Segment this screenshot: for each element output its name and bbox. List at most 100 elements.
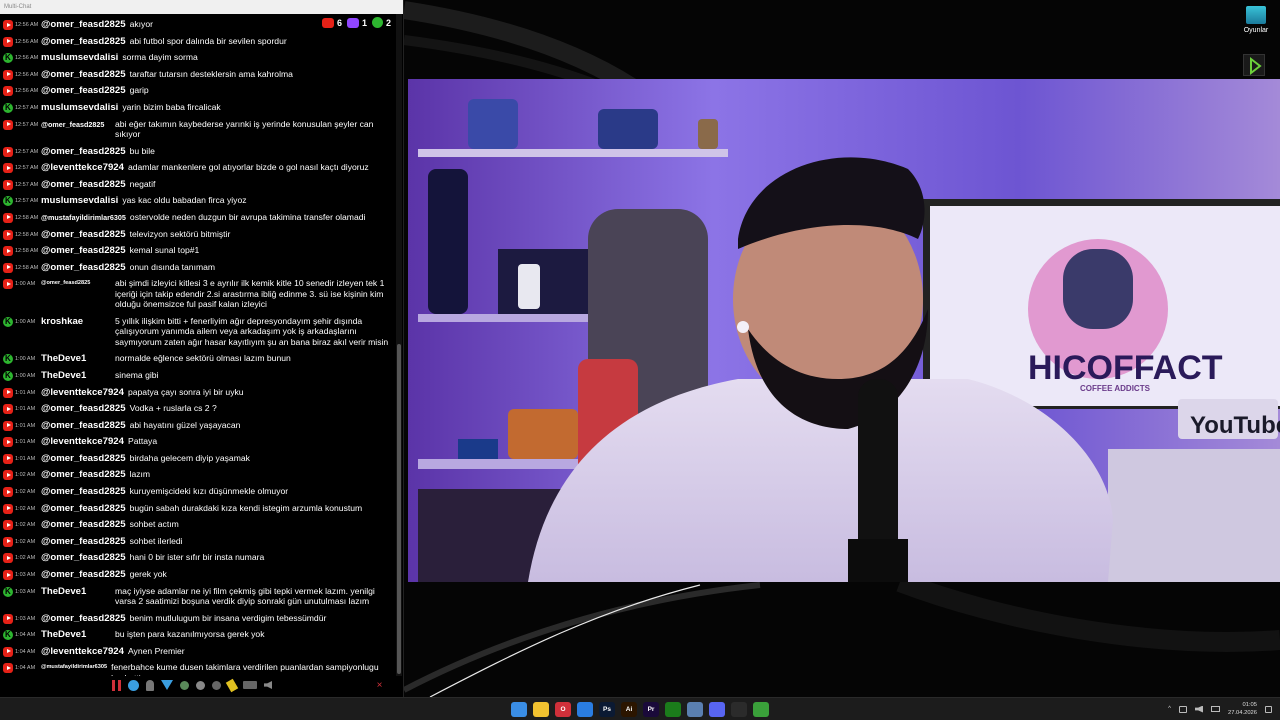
message-username[interactable]: @leventtekce7924 xyxy=(41,387,124,398)
message-username[interactable]: @omer_feasd2825 xyxy=(41,36,126,47)
message-text: garip xyxy=(129,85,149,96)
desktop-icon-app[interactable] xyxy=(1243,54,1267,76)
message-username[interactable]: @omer_feasd2825 xyxy=(41,262,126,273)
chat-taskbar-icon[interactable] xyxy=(753,702,769,717)
close-icon[interactable]: × xyxy=(374,680,385,691)
message-text: fenerbahce kume dusen takimlara verdiril… xyxy=(111,662,379,676)
message-time: 12:57 AM xyxy=(15,165,39,172)
network-icon[interactable] xyxy=(1178,705,1187,713)
message-text: kemal sunal top#1 xyxy=(129,245,200,256)
message-username[interactable]: muslumsevdalisi xyxy=(41,195,118,206)
desktop-icon-games[interactable]: Oyunlar xyxy=(1240,6,1272,34)
message-username[interactable]: TheDeve1 xyxy=(41,586,111,597)
battery-icon[interactable] xyxy=(1210,706,1220,712)
message-text: Aynen Premier xyxy=(127,645,185,656)
message-username[interactable]: @omer_feasd2825 xyxy=(41,536,126,547)
message-time: 12:57 AM xyxy=(15,181,39,188)
xbox-taskbar-icon[interactable] xyxy=(665,702,681,717)
message-username[interactable]: muslumsevdalisi xyxy=(41,52,118,63)
filter-icon[interactable] xyxy=(161,680,173,690)
chat-message: 1:00 AM TheDeve1 sinema gibi xyxy=(0,367,395,384)
illustrator-taskbar-icon[interactable]: Ai xyxy=(621,702,637,717)
pause-icon[interactable] xyxy=(112,679,121,691)
message-username[interactable]: @omer_feasd2825 xyxy=(41,519,126,530)
broom-icon[interactable] xyxy=(225,678,239,692)
youtube-icon xyxy=(3,646,13,657)
speaker-icon[interactable] xyxy=(264,681,272,689)
premiere-taskbar-icon[interactable]: Pr xyxy=(643,702,659,717)
message-username[interactable]: @omer_feasd2825 xyxy=(41,613,126,624)
message-username[interactable]: @omer_feasd2825 xyxy=(41,453,126,464)
message-time: 12:57 AM xyxy=(15,104,39,111)
message-username[interactable]: kroshkae xyxy=(41,316,111,327)
message-username[interactable]: @omer_feasd2825 xyxy=(41,503,126,514)
message-username[interactable]: @omer_feasd2825 xyxy=(41,146,126,157)
message-username[interactable]: @leventtekce7924 xyxy=(41,436,124,447)
volume-icon[interactable] xyxy=(1194,705,1203,713)
clock[interactable]: 01:05 27.04.2026 xyxy=(1228,701,1257,717)
chevron-up-icon[interactable]: ^ xyxy=(1168,706,1171,712)
chat-message: 1:04 AM TheDeve1 bu işten para kazanılmıyo… xyxy=(0,626,395,643)
message-username[interactable]: @omer_feasd2825 xyxy=(41,69,126,80)
scrollbar-thumb[interactable] xyxy=(397,344,401,674)
notification-icon[interactable] xyxy=(1265,705,1272,713)
app9-taskbar-icon[interactable] xyxy=(687,702,703,717)
app4-taskbar-icon[interactable] xyxy=(577,702,593,717)
keyboard-icon[interactable] xyxy=(243,681,257,689)
chat-message-list[interactable]: 12:56 AM @omer_feasd2825 akıyor 12:56 AM @om… xyxy=(0,16,395,676)
message-username[interactable]: @omer_feasd2825 xyxy=(41,486,126,497)
chat-message: 12:58 AM @omer_feasd2825 kemal sunal top#1 xyxy=(0,242,395,259)
multi-chat-window[interactable]: Multi-Chat 6 1 2 12:56 AM @omer_feasd2825… xyxy=(0,0,404,697)
message-time: 12:56 AM xyxy=(15,88,39,95)
youtube-icon xyxy=(3,20,13,30)
chat-scrollbar[interactable] xyxy=(396,14,402,676)
chat-message: 1:01 AM @leventtekce7924 papatya çayı sonr… xyxy=(0,384,395,401)
message-username[interactable]: TheDeve1 xyxy=(41,629,111,640)
chat-bubble-icon[interactable] xyxy=(128,679,139,691)
youtube-icon xyxy=(3,69,13,80)
message-time: 1:01 AM xyxy=(15,422,36,429)
message-username[interactable]: @omer_feasd2825 xyxy=(41,569,126,580)
message-username[interactable]: @omer_feasd2825 xyxy=(41,245,126,256)
settings-icon[interactable] xyxy=(196,680,205,690)
youtube-icon xyxy=(3,119,13,130)
record-icon[interactable] xyxy=(212,680,221,690)
photoshop-taskbar-icon[interactable]: Ps xyxy=(599,702,615,717)
message-time: 12:58 AM xyxy=(15,248,39,255)
message-username[interactable]: @omer_feasd2825 xyxy=(41,19,126,30)
message-username[interactable]: @omer_feasd2825 xyxy=(41,403,126,414)
start-taskbar-icon[interactable] xyxy=(511,702,527,717)
message-username[interactable]: @omer_feasd2825 xyxy=(41,179,126,190)
message-time: 12:58 AM xyxy=(15,264,39,271)
message-username[interactable]: @omer_feasd2825 xyxy=(41,280,111,286)
message-username[interactable]: @omer_feasd2825 xyxy=(41,469,126,480)
emoji-icon[interactable] xyxy=(180,680,189,690)
webcam-video: HICOFFACT COFFEE ADDICTS YouTube xyxy=(408,79,1280,582)
message-username[interactable]: TheDeve1 xyxy=(41,370,111,381)
message-username[interactable]: @omer_feasd2825 xyxy=(41,229,126,240)
message-text: sinema gibi xyxy=(115,369,159,380)
message-username[interactable]: TheDeve1 xyxy=(41,353,111,364)
app-shortcut-icon xyxy=(1243,54,1265,76)
taskbar: O Ps Ai Pr ^ 01:05 27.04.2026 xyxy=(0,697,1280,720)
kick-icon xyxy=(3,370,13,381)
opera-taskbar-icon[interactable]: O xyxy=(555,702,571,717)
message-username[interactable]: @omer_feasd2825 xyxy=(41,85,126,96)
bell-icon[interactable] xyxy=(146,679,154,691)
message-username[interactable]: @omer_feasd2825 xyxy=(41,552,126,563)
message-time: 1:01 AM xyxy=(15,406,36,413)
message-username[interactable]: @omer_feasd2825 xyxy=(41,420,126,431)
files-taskbar-icon[interactable] xyxy=(533,702,549,717)
discord-taskbar-icon[interactable] xyxy=(709,702,725,717)
message-username[interactable]: @omer_feasd2825 xyxy=(41,120,111,129)
message-text: Vodka + ruslarla cs 2 ? xyxy=(129,403,217,414)
message-time: 1:02 AM xyxy=(15,555,36,562)
obs-taskbar-icon[interactable] xyxy=(731,702,747,717)
message-username[interactable]: @mustafayildirimlar6305 xyxy=(41,213,126,222)
youtube-icon xyxy=(3,262,13,273)
message-username[interactable]: muslumsevdalisi xyxy=(41,102,118,113)
message-username[interactable]: @mustafayildirimlar6305 xyxy=(41,664,107,670)
message-username[interactable]: @leventtekce7924 xyxy=(41,162,124,173)
youtube-icon xyxy=(3,246,13,257)
message-username[interactable]: @leventtekce7924 xyxy=(41,646,124,657)
